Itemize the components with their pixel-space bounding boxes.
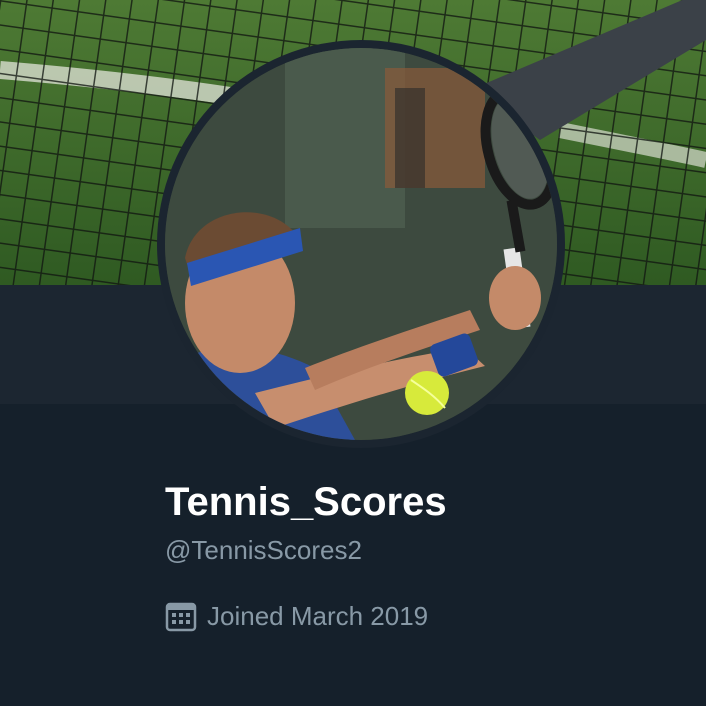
avatar-image bbox=[165, 48, 557, 440]
display-name: Tennis_Scores bbox=[165, 480, 447, 524]
calendar-icon bbox=[165, 602, 197, 632]
user-handle: @TennisScores2 bbox=[165, 535, 362, 565]
joined-date: Joined March 2019 bbox=[165, 599, 428, 633]
joined-date-text: Joined March 2019 bbox=[207, 601, 429, 631]
profile-avatar[interactable] bbox=[157, 40, 565, 448]
